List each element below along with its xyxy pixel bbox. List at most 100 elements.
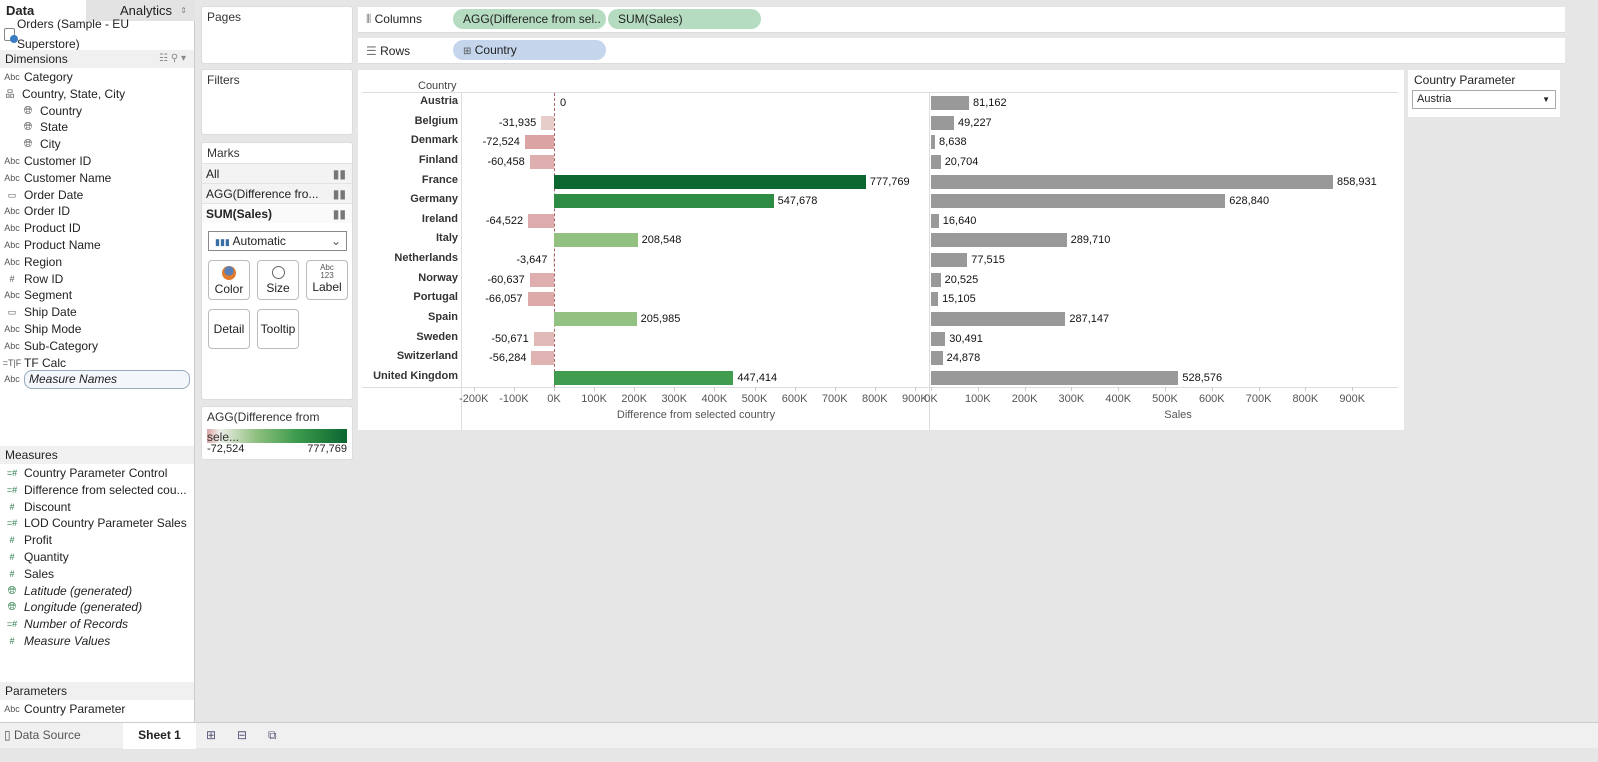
abc-icon: Abc (4, 256, 20, 267)
bar-sales[interactable] (931, 135, 936, 150)
field-item[interactable]: =# Difference from selected cou... (0, 482, 194, 499)
rows-shelf[interactable]: ☰ Rows ⊞ Country (358, 38, 1565, 64)
parameter-title: Country Parameter (1414, 73, 1516, 87)
field-item[interactable]: # Quantity (0, 549, 194, 566)
pages-shelf[interactable]: Pages (201, 6, 353, 64)
filters-shelf[interactable]: Filters (201, 69, 353, 135)
field-item[interactable]: Abc Product Name (0, 237, 194, 254)
field-item[interactable]: 🌐︎ Longitude (generated) (0, 599, 194, 616)
bar-sales[interactable] (931, 96, 969, 110)
sheet-tab[interactable]: Sheet 1 (123, 723, 196, 749)
new-dashboard-icon[interactable]: ⊟ (237, 728, 247, 742)
bar-sales[interactable] (931, 213, 939, 228)
field-item[interactable]: 🌐︎ City (0, 136, 194, 153)
row-pill-country[interactable]: ⊞ Country (453, 40, 606, 60)
column-pill-difference[interactable]: AGG(Difference from sel.. (453, 9, 606, 29)
size-label: Size (266, 281, 290, 295)
bar-difference[interactable] (533, 331, 554, 346)
bar-difference[interactable] (552, 253, 554, 268)
size-button[interactable]: Size (257, 260, 299, 300)
field-item[interactable]: # Measure Values (0, 633, 194, 650)
field-item[interactable]: # Profit (0, 532, 194, 549)
bar-difference[interactable] (529, 154, 554, 169)
bar-sales[interactable] (931, 233, 1067, 248)
field-item[interactable]: 品 Country, State, City (0, 86, 194, 103)
bar-difference[interactable] (528, 213, 554, 228)
field-item[interactable]: =# Country Parameter Control (0, 465, 194, 482)
expand-icon[interactable]: ⊞ (463, 46, 471, 57)
mark-type-select[interactable]: ▮▮▮ Automatic ⌄ (208, 231, 347, 251)
field-item[interactable]: ▭ Order Date (0, 187, 194, 204)
bar-difference[interactable] (554, 312, 637, 327)
bar-difference[interactable] (524, 135, 554, 150)
bar-difference[interactable] (541, 115, 554, 130)
parameters-list: Abc Country Parameter (0, 701, 194, 718)
search-icon[interactable]: ☷ ⚲ ▾ (159, 50, 186, 68)
bar-sales[interactable] (931, 115, 955, 130)
parameters-title: Parameters (5, 684, 68, 698)
field-item[interactable]: Abc Region (0, 254, 194, 271)
field-item[interactable]: Abc Ship Mode (0, 321, 194, 338)
bar-sales[interactable] (931, 312, 1066, 327)
bar-difference[interactable] (554, 370, 734, 385)
globe-icon: 🌐︎ (7, 601, 17, 614)
field-item[interactable]: Abc Country Parameter (0, 701, 194, 718)
field-item[interactable]: # Row ID (0, 271, 194, 288)
field-item[interactable]: =T|F TF Calc (0, 355, 194, 372)
dimensions-list: Abc Category 品 Country, State, City 🌐︎ Countr… (0, 69, 194, 390)
bar-sales[interactable] (931, 272, 941, 287)
bar-sales[interactable] (931, 292, 939, 307)
bar-sales[interactable] (931, 351, 943, 366)
bar-sales[interactable] (931, 370, 1179, 385)
bar-sales[interactable] (931, 331, 946, 346)
axis-tick-label: 300K (1058, 393, 1085, 405)
bar-sales[interactable] (931, 154, 941, 169)
field-item[interactable]: Abc Order ID (0, 203, 194, 220)
color-button[interactable]: Color (208, 260, 250, 300)
field-item[interactable]: # Discount (0, 499, 194, 516)
columns-shelf[interactable]: ⦀ Columns AGG(Difference from sel.. SUM(… (358, 7, 1565, 33)
field-item[interactable]: =# LOD Country Parameter Sales (0, 515, 194, 532)
axis-tick-label: 100K (964, 393, 991, 405)
field-item[interactable]: Abc Customer Name (0, 170, 194, 187)
field-item[interactable]: 🌐︎ Country (0, 103, 194, 120)
bar-sales[interactable] (931, 174, 1333, 189)
field-item[interactable]: Abc Segment (0, 287, 194, 304)
tooltip-button[interactable]: Tooltip (257, 309, 299, 349)
data-source-tab[interactable]: ▯ Data Source (4, 728, 81, 742)
field-item[interactable]: Abc Category (0, 69, 194, 86)
bar-difference[interactable] (527, 292, 554, 307)
new-worksheet-icon[interactable]: ⊞ (206, 728, 216, 742)
value-label-difference: -72,524 (482, 136, 520, 149)
axis-tick-label: 700K (1245, 393, 1272, 405)
marks-tab-all[interactable]: All ▮▮ (202, 163, 352, 183)
new-story-icon[interactable]: ⧉ (268, 728, 277, 743)
country-parameter-select[interactable]: Austria ▼ (1412, 90, 1556, 109)
bar-difference[interactable] (554, 233, 638, 248)
bar-sales[interactable] (931, 194, 1226, 209)
field-item[interactable]: =# Number of Records (0, 616, 194, 633)
marks-tab-sales[interactable]: SUM(Sales) ▮▮ (202, 203, 352, 223)
field-item[interactable]: Abc Measure Names (0, 370, 194, 390)
bar-sales[interactable] (931, 253, 968, 268)
field-item[interactable]: # Sales (0, 566, 194, 583)
axis-tick (714, 387, 716, 391)
abc-icon: Abc (4, 323, 20, 334)
axis-tick-label: 800K (861, 393, 888, 405)
field-item[interactable]: Abc Product ID (0, 220, 194, 237)
bar-difference[interactable] (554, 174, 866, 189)
column-pill-sales[interactable]: SUM(Sales) (608, 9, 761, 29)
bar-difference[interactable] (531, 351, 554, 366)
detail-button[interactable]: Detail (208, 309, 250, 349)
bar-difference[interactable] (554, 194, 774, 209)
marks-tab-difference[interactable]: AGG(Difference fro... ▮▮ (202, 183, 352, 203)
field-item[interactable]: ▭ Ship Date (0, 304, 194, 321)
bar-difference[interactable] (529, 272, 554, 287)
field-item[interactable]: 🌐︎ State (0, 119, 194, 136)
field-item[interactable]: Abc Customer ID (0, 153, 194, 170)
value-label-difference: -64,522 (485, 214, 524, 227)
field-item[interactable]: 🌐︎ Latitude (generated) (0, 583, 194, 600)
field-item[interactable]: Abc Sub-Category (0, 338, 194, 355)
label-button[interactable]: Abc 123 Label (306, 260, 348, 300)
datasource-item[interactable]: Orders (Sample - EU Superstore) (4, 17, 194, 51)
